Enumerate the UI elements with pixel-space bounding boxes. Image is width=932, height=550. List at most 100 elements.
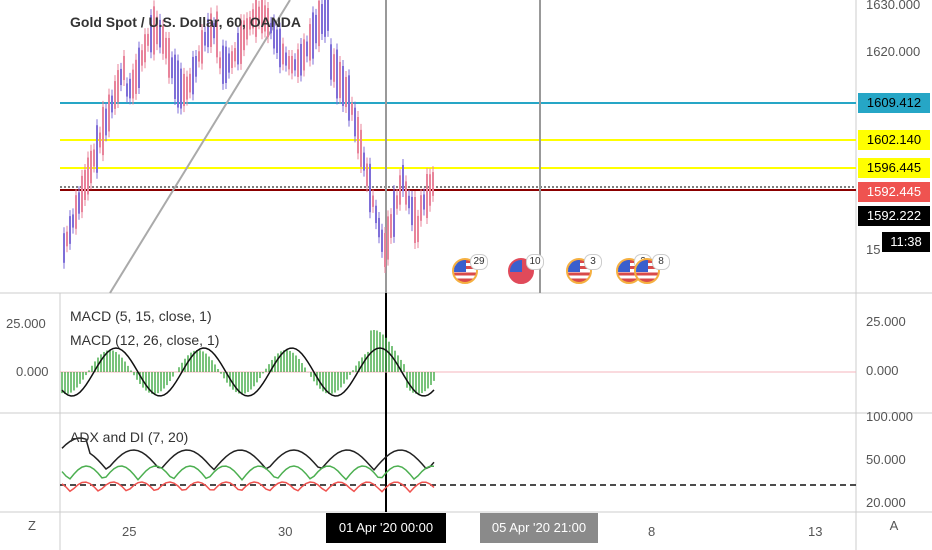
candle-body: [192, 56, 194, 95]
candle-body: [285, 52, 287, 66]
candle-body: [72, 214, 74, 228]
adx-label[interactable]: ADX and DI (7, 20): [70, 429, 188, 445]
auto-scale-button[interactable]: A: [884, 518, 904, 533]
trend-line: [109, 0, 291, 294]
candle-body: [387, 216, 389, 260]
event-count: 29: [470, 254, 488, 270]
candle-body: [405, 181, 407, 205]
candle-body: [189, 73, 191, 93]
candle-body: [198, 51, 200, 62]
candle-body: [315, 14, 317, 44]
candle-body: [81, 175, 83, 213]
candle-body: [348, 75, 350, 121]
candle-body: [135, 59, 137, 94]
candle-body: [309, 24, 311, 61]
candle-body: [78, 192, 80, 214]
candle-body: [63, 233, 65, 263]
candle-body: [276, 29, 278, 53]
candle-body: [96, 125, 98, 173]
candle-body: [369, 163, 371, 213]
candle-body: [282, 43, 284, 65]
candle-body: [222, 45, 224, 84]
candle-body: [99, 132, 101, 148]
candle-body: [126, 83, 128, 97]
candle-body: [144, 34, 146, 63]
candle-body: [129, 78, 131, 99]
candle-body: [384, 233, 386, 267]
economic-event[interactable]: 29: [452, 254, 488, 286]
time-label: 25: [122, 524, 137, 539]
macd-label-1[interactable]: MACD (5, 15, close, 1): [70, 308, 212, 324]
candle-body: [225, 46, 227, 84]
economic-event[interactable]: 3: [566, 254, 602, 286]
candle-body: [375, 205, 377, 224]
candle-body: [141, 50, 143, 66]
candle-body: [219, 57, 221, 69]
candle-body: [312, 12, 314, 59]
candle-body: [303, 39, 305, 71]
time-label: 30: [278, 524, 293, 539]
candle-body: [393, 191, 395, 237]
candle-body: [186, 76, 188, 100]
macd-left-tick: 25.000: [6, 316, 46, 331]
candle-body: [87, 157, 89, 195]
price-tag-last: 1592.222: [858, 206, 930, 226]
candle-body: [396, 195, 398, 209]
candle-body: [420, 195, 422, 221]
cursor-time-tag: 05 Apr '20 21:00: [480, 513, 598, 543]
candle-body: [426, 173, 428, 219]
di-plus-line: [61, 465, 435, 482]
event-count: 10: [526, 254, 544, 270]
candle-body: [291, 55, 293, 74]
candle-body: [195, 56, 197, 77]
macd-right-tick: 25.000: [866, 314, 906, 329]
price-tick-partial: 15: [866, 242, 881, 257]
candle-body: [69, 216, 71, 244]
candle-body: [180, 68, 182, 109]
candle-body: [90, 150, 92, 184]
price-tag-yellow: 1596.445: [858, 158, 930, 178]
candle-body: [339, 61, 341, 99]
candle-body: [321, 4, 323, 34]
time-label: 13: [808, 524, 823, 539]
adx-right-tick: 20.000: [866, 495, 906, 510]
candle-body: [402, 164, 404, 192]
candle-body: [372, 195, 374, 207]
adx-right-tick: 50.000: [866, 452, 906, 467]
candle-body: [201, 30, 203, 64]
candle-body: [336, 49, 338, 99]
candle-body: [132, 69, 134, 99]
candle-body: [114, 81, 116, 109]
candle-body: [330, 44, 332, 80]
candle-body: [357, 117, 359, 154]
economic-event[interactable]: 10: [508, 254, 544, 286]
candle-body: [117, 70, 119, 102]
symbol-title[interactable]: Gold Spot / U.S. Dollar, 60, OANDA: [70, 14, 301, 30]
candle-body: [84, 170, 86, 200]
candle-body: [234, 48, 236, 62]
candle-body: [279, 28, 281, 68]
crosshair-time-tag: 01 Apr '20 00:00: [326, 513, 446, 543]
candle-body: [306, 41, 308, 57]
candle-body: [318, 0, 320, 47]
candle-body: [123, 55, 125, 81]
candle-body: [345, 76, 347, 108]
candle-body: [102, 106, 104, 156]
di-minus-line: [61, 481, 435, 494]
price-tag-yellow: 1602.140: [858, 130, 930, 150]
candle-body: [327, 0, 329, 31]
zoom-button[interactable]: Z: [22, 518, 42, 533]
candle-body: [183, 73, 185, 107]
candle-body: [177, 60, 179, 108]
candle-body: [429, 174, 431, 206]
candle-body: [378, 217, 380, 238]
candle-body: [297, 49, 299, 77]
macd-label-2[interactable]: MACD (12, 26, close, 1): [70, 332, 219, 348]
event-count: 8: [652, 254, 670, 270]
economic-event[interactable]: 8: [634, 254, 670, 286]
candle-body: [354, 107, 356, 137]
macd-left-tick: 0.000: [16, 364, 49, 379]
macd-right-tick: 0.000: [866, 363, 899, 378]
candle-body: [165, 37, 167, 59]
candle-body: [66, 231, 68, 247]
